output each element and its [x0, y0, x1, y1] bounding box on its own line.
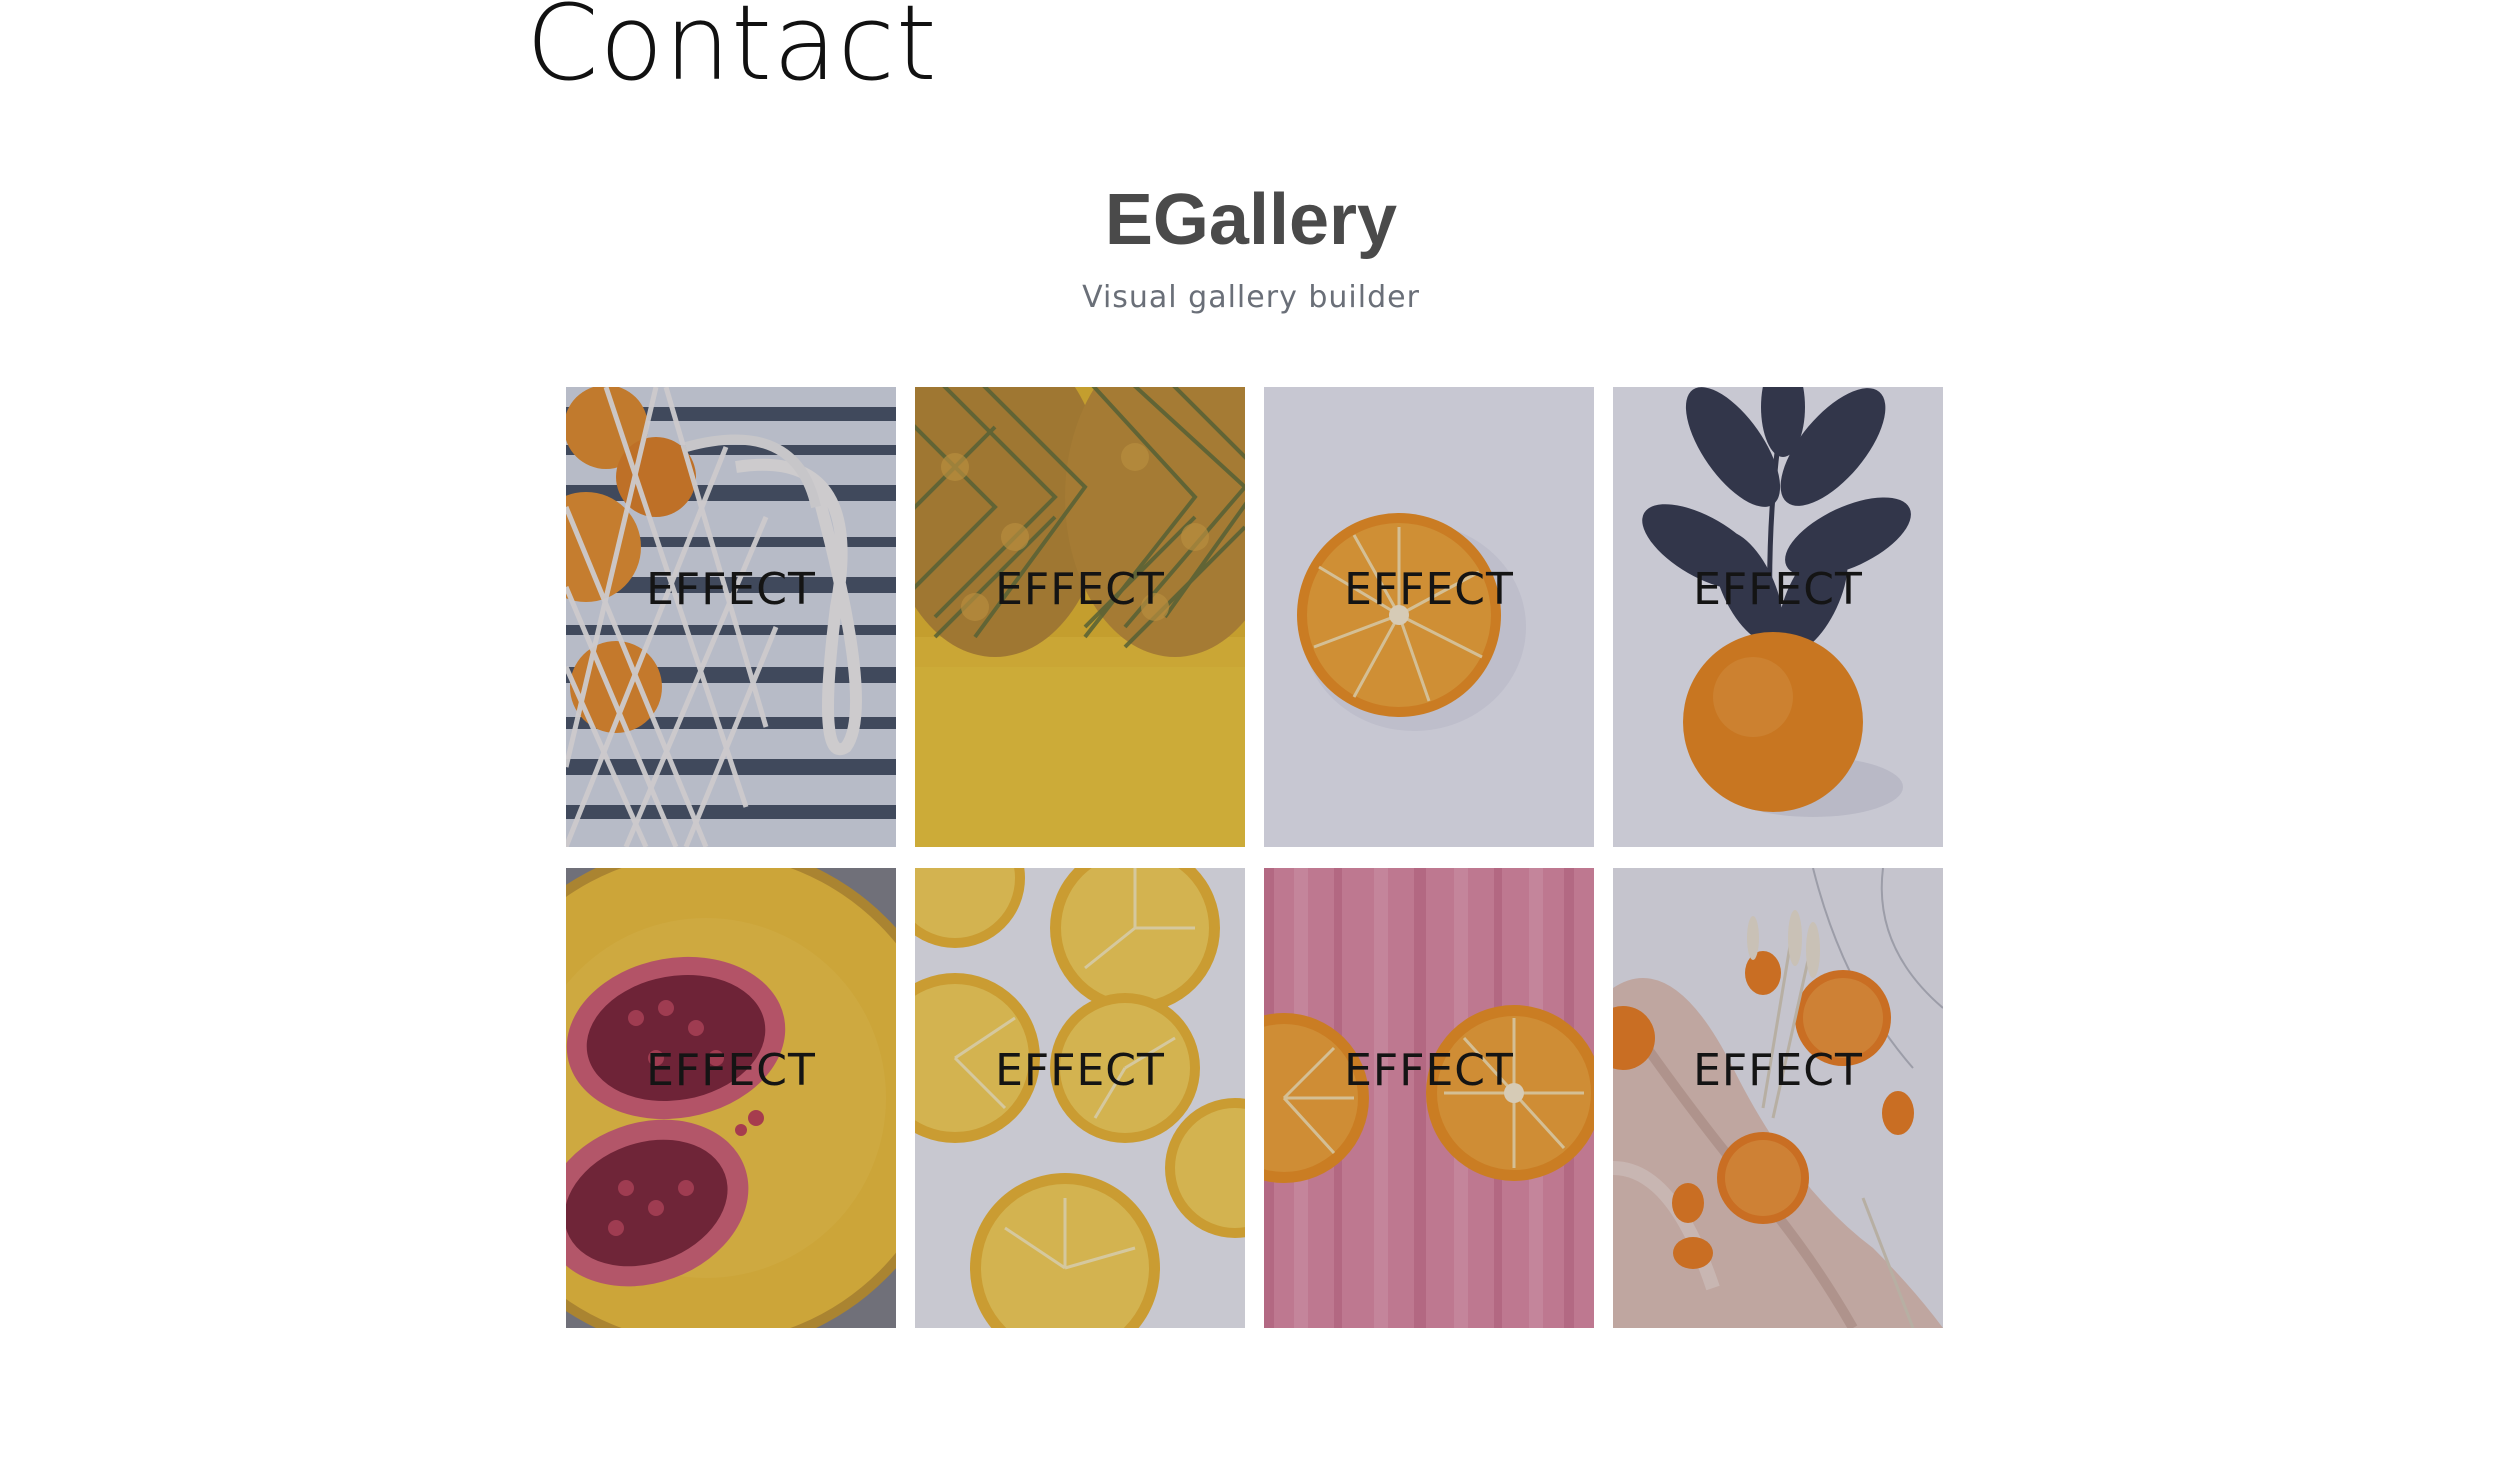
gallery-tile-pineapples[interactable]: EFFECT — [915, 387, 1245, 847]
gallery-tile-oranges-pink-wood[interactable]: EFFECT — [1264, 868, 1594, 1328]
tile-effect-label: EFFECT — [646, 1045, 816, 1096]
gallery-tile-tangerines-silk[interactable]: EFFECT — [1613, 868, 1943, 1328]
tile-effect-label: EFFECT — [995, 564, 1165, 615]
gallery-tile-orange-leaves[interactable]: EFFECT — [1613, 387, 1943, 847]
tile-effect-label: EFFECT — [1693, 564, 1863, 615]
tile-effect-label: EFFECT — [995, 1045, 1165, 1096]
gallery-tile-orange-half[interactable]: EFFECT — [1264, 387, 1594, 847]
page-title: Contact — [526, 0, 938, 104]
gallery-subtitle: Visual gallery builder — [1082, 280, 1420, 315]
tile-effect-label: EFFECT — [646, 564, 816, 615]
gallery-tile-lemon-slices[interactable]: EFFECT — [915, 868, 1245, 1328]
tile-effect-label: EFFECT — [1344, 1045, 1514, 1096]
gallery-header: EGallery Visual gallery builder — [0, 176, 2502, 318]
gallery-tile-oranges-mesh-bag[interactable]: EFFECT — [566, 387, 896, 847]
gallery-title: EGallery — [1104, 180, 1398, 260]
gallery-tile-pomegranate[interactable]: EFFECT — [566, 868, 896, 1328]
gallery-grid: EFFECT EFFECT EFFECT EFFECT EFFECT EFFEC… — [566, 387, 1944, 1328]
tile-effect-label: EFFECT — [1344, 564, 1514, 615]
tile-effect-label: EFFECT — [1693, 1045, 1863, 1096]
